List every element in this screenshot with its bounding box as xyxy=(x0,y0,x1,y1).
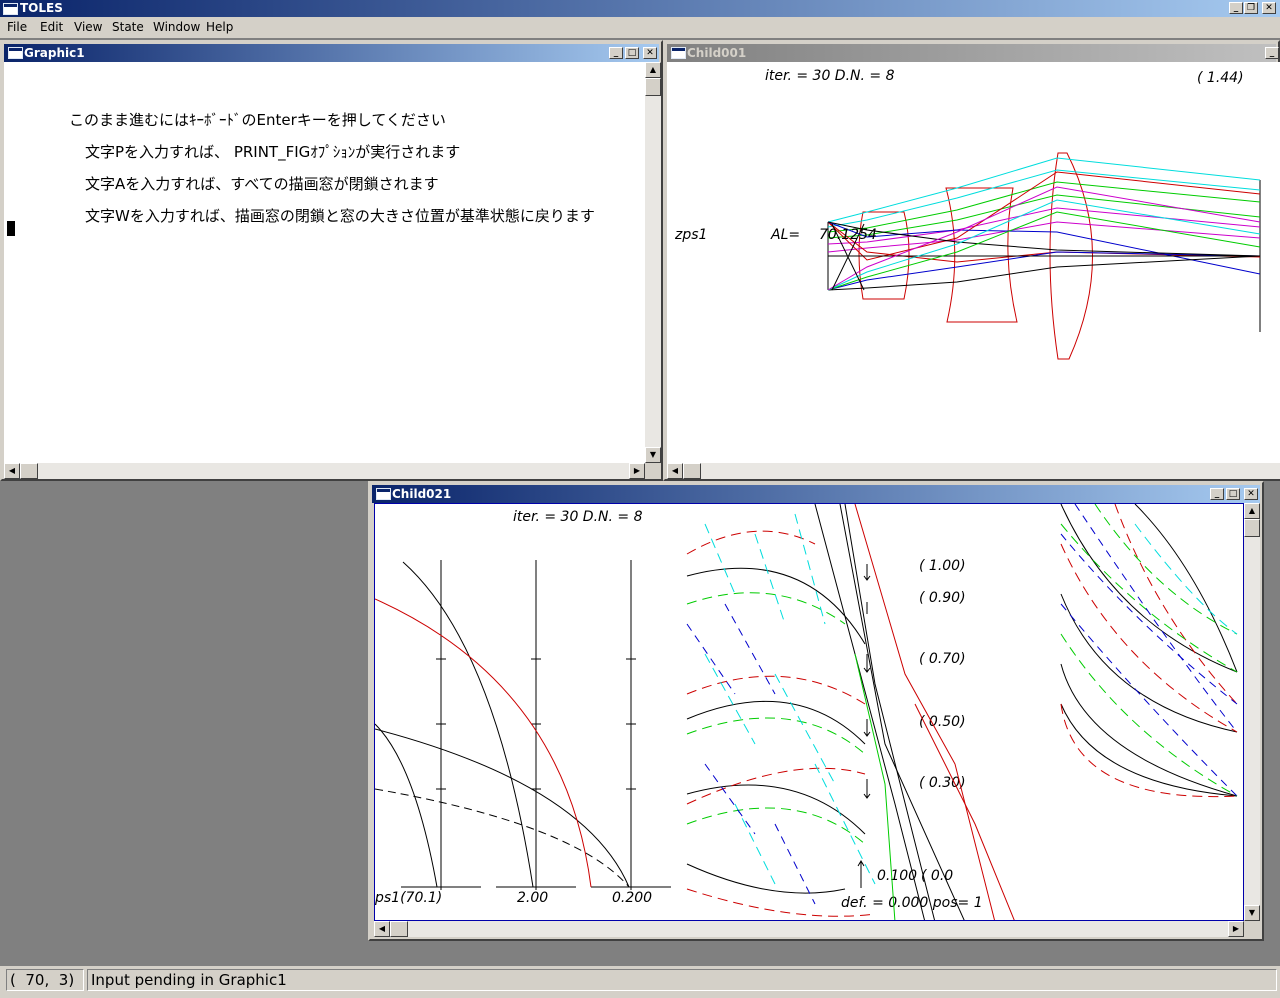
instruction-line-3: 文字Aを入力すれば、すべての描画窓が閉鎖されます xyxy=(85,175,439,193)
status-message: Input pending in Graphic1 xyxy=(87,969,1277,991)
graphic1-minimize-button[interactable]: _ xyxy=(609,47,623,59)
graphic1-caption: Graphic1 _ □ ✕ xyxy=(4,44,659,62)
graphic1-title: Graphic1 xyxy=(24,46,85,60)
child021-maximize-button[interactable]: □ xyxy=(1226,488,1240,500)
child021-window-icon xyxy=(376,488,391,500)
status-bar: ( 70, 3) Input pending in Graphic1 xyxy=(0,966,1280,998)
child001-hscroll-thumb[interactable] xyxy=(683,463,701,479)
app-close-button[interactable]: ✕ xyxy=(1262,2,1276,14)
child021-minimize-button[interactable]: _ xyxy=(1210,488,1224,500)
child001-title: Child001 xyxy=(687,46,747,60)
graphic1-vertical-scrollbar[interactable]: ▲ ▼ xyxy=(645,62,661,463)
lens-layout-drawing xyxy=(827,152,1261,360)
child021-scroll-up-arrow-icon[interactable]: ▲ xyxy=(1244,503,1260,519)
child021-vertical-scrollbar[interactable]: ▲ ▼ xyxy=(1244,503,1260,921)
child021-window: Child021 _ □ ✕ iter. = 30 D.N. = 8 ps1(7… xyxy=(368,481,1264,941)
graphic1-window: Graphic1 _ □ ✕ このまま進むにはｷｰﾎﾞｰﾄﾞのEnterキーを押… xyxy=(0,40,663,481)
child021-scroll-right-arrow-icon[interactable]: ▶ xyxy=(1228,921,1244,937)
scroll-down-arrow-icon[interactable]: ▼ xyxy=(645,447,661,463)
menu-bar: File Edit View State Window Help xyxy=(0,17,1280,38)
menu-edit[interactable]: Edit xyxy=(40,20,63,34)
child021-scroll-down-arrow-icon[interactable]: ▼ xyxy=(1244,905,1260,921)
app-restore-button[interactable]: ❐ xyxy=(1244,2,1258,14)
graphic1-vscroll-thumb[interactable] xyxy=(645,78,661,96)
text-cursor xyxy=(7,221,15,236)
menu-file[interactable]: File xyxy=(7,20,27,34)
instruction-line-2: 文字Pを入力すれば、 PRINT_FIGｵﾌﾟｼｮﾝが実行されます xyxy=(85,143,461,161)
menu-help[interactable]: Help xyxy=(206,20,233,34)
app-minimize-button[interactable]: _ xyxy=(1229,2,1243,14)
status-coordinates: ( 70, 3) xyxy=(6,969,84,991)
child021-caption: Child021 _ □ ✕ xyxy=(372,485,1260,503)
menu-view[interactable]: View xyxy=(74,20,102,34)
child021-vscroll-thumb[interactable] xyxy=(1244,519,1260,537)
al-value: 70.1254 xyxy=(819,227,877,243)
graphic1-text-area[interactable]: このまま進むにはｷｰﾎﾞｰﾄﾞのEnterキーを押してください 文字Pを入力すれ… xyxy=(4,62,645,463)
child001-horizontal-scrollbar[interactable]: ◀ xyxy=(667,463,1280,479)
child001-drawing-canvas: iter. = 30 D.N. = 8 ( 1.44) zps1 AL= 70.… xyxy=(667,62,1280,463)
aberration-plots xyxy=(375,504,1238,920)
child021-title: Child021 xyxy=(392,487,452,501)
app-titlebar: TOLES _ ❐ ✕ xyxy=(0,0,1280,17)
graphic1-window-icon xyxy=(8,47,23,59)
child001-window: Child001 _ iter. = 30 D.N. = 8 ( 1.44) z… xyxy=(663,40,1280,481)
child001-minimize-button[interactable]: _ xyxy=(1265,47,1279,59)
child021-close-button[interactable]: ✕ xyxy=(1244,488,1258,500)
scroll-right-arrow-icon[interactable]: ▶ xyxy=(629,463,645,479)
child021-hscroll-thumb[interactable] xyxy=(390,921,408,937)
menu-state[interactable]: State xyxy=(112,20,144,34)
menu-window[interactable]: Window xyxy=(153,20,200,34)
child001-caption: Child001 _ xyxy=(667,44,1279,62)
child021-horizontal-scrollbar[interactable]: ◀ ▶ xyxy=(374,921,1244,937)
graphic1-maximize-button[interactable]: □ xyxy=(625,47,639,59)
app-title: TOLES xyxy=(20,1,63,15)
child001-window-icon xyxy=(671,47,686,59)
child021-scroll-left-arrow-icon[interactable]: ◀ xyxy=(374,921,390,937)
app-icon xyxy=(3,3,18,15)
graphic1-horizontal-scrollbar[interactable]: ◀ ▶ xyxy=(4,463,645,479)
graphic1-hscroll-thumb[interactable] xyxy=(20,463,38,479)
instruction-line-1: このまま進むにはｷｰﾎﾞｰﾄﾞのEnterキーを押してください xyxy=(69,111,446,129)
scroll-up-arrow-icon[interactable]: ▲ xyxy=(645,62,661,78)
child021-drawing-canvas: iter. = 30 D.N. = 8 ps1(70.1) 2.00 0.200… xyxy=(374,503,1244,921)
graphic1-close-button[interactable]: ✕ xyxy=(643,47,657,59)
mdi-workspace: Graphic1 _ □ ✕ このまま進むにはｷｰﾎﾞｰﾄﾞのEnterキーを押… xyxy=(0,38,1280,965)
instruction-line-4: 文字Wを入力すれば、描画窓の閉鎖と窓の大きさ位置が基準状態に戻ります xyxy=(85,207,595,225)
child001-scroll-left-arrow-icon[interactable]: ◀ xyxy=(667,463,683,479)
scroll-left-arrow-icon[interactable]: ◀ xyxy=(4,463,20,479)
